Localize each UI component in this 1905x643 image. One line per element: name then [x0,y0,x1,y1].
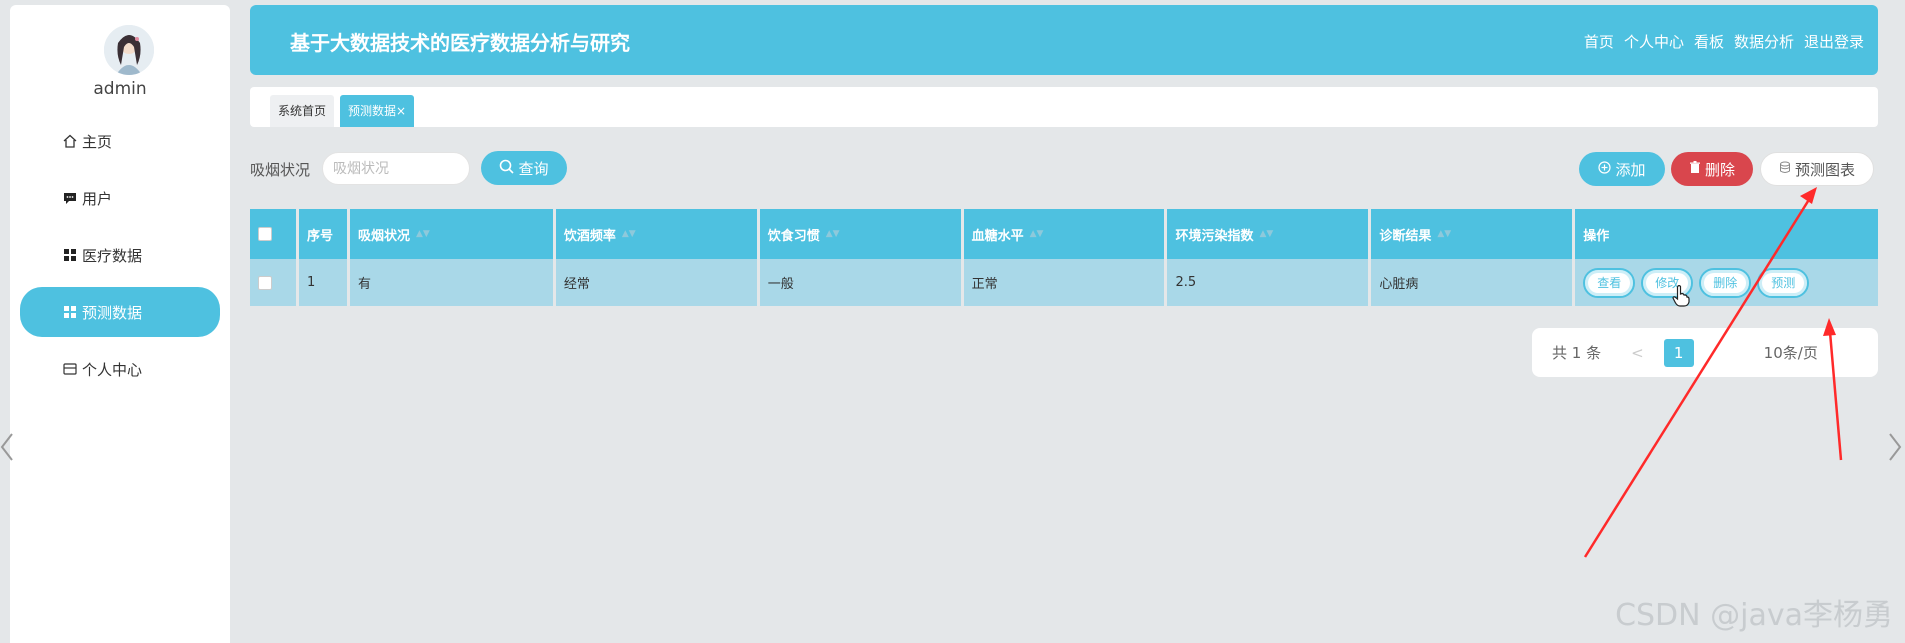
watermark: CSDN @java李杨勇 [1615,598,1893,633]
annotation-arrows [1583,187,1843,558]
annotation-arrow-to-predict [1823,318,1843,461]
annotation-arrow-to-chart [1583,187,1817,558]
